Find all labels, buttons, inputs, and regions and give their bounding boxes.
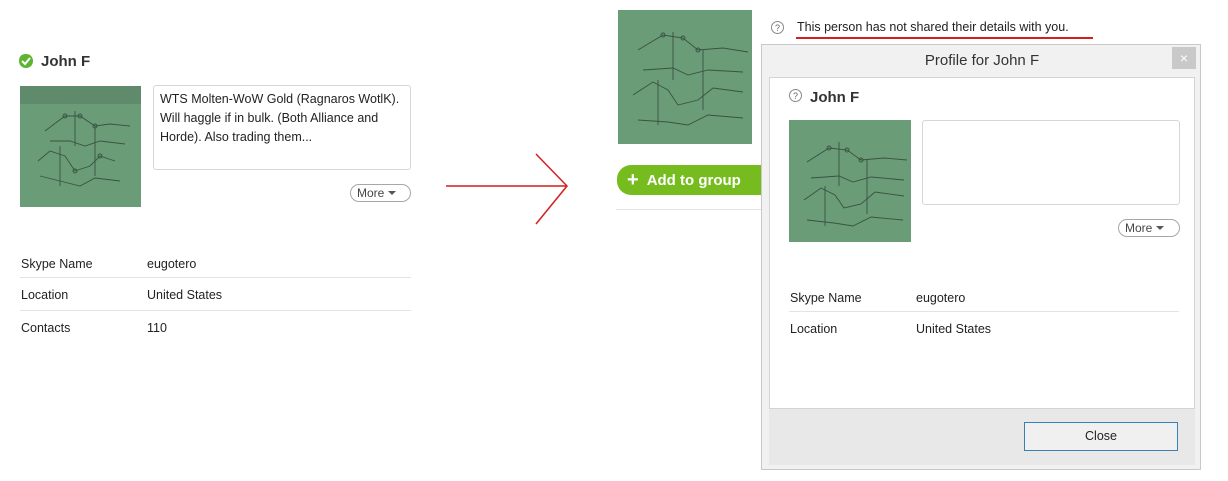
more-button[interactable]: More [350,184,411,202]
dialog-field-value-skype-name: eugotero [916,291,966,305]
contact-avatar[interactable] [20,86,141,207]
dialog-field-value-location: United States [916,322,992,336]
left-profile-panel: John F WTS Molten-WoW Gold (Ragnaros Wot… [0,0,430,481]
dialog-more-button[interactable]: More [1118,219,1180,237]
field-value-skype-name: eugotero [147,257,197,271]
dialog-body: ? John F More Skype Name eugotero Locati… [769,77,1195,409]
background-avatar [618,10,752,144]
divider [789,311,1179,312]
field-label-skype-name: Skype Name [21,257,93,271]
divider [20,277,411,278]
more-label: More [357,186,385,200]
divider [616,209,766,210]
dialog-contact-avatar[interactable] [789,120,911,242]
plus-icon: + [627,169,639,191]
field-label-location: Location [21,288,69,302]
dialog-field-label-skype-name: Skype Name [790,291,862,305]
question-circle-icon: ? [789,89,802,102]
contact-name: John F [41,53,91,70]
field-value-location: United States [147,288,223,302]
dialog-contact-name: John F [810,89,860,106]
annotation-underline [796,37,1093,39]
dialog-title: Profile for John F [924,52,1040,69]
profile-dialog: Profile for John F × ? John F More Skype… [761,44,1201,470]
add-to-group-label: Add to group [646,171,741,189]
dialog-field-label-location: Location [790,322,838,336]
dialog-mood-message [922,120,1180,205]
close-icon[interactable]: × [1172,47,1196,69]
more-label: More [1125,221,1153,235]
privacy-notice: This person has not shared their details… [797,20,1069,34]
right-arrow-annotation [446,153,569,225]
chevron-down-icon [388,191,397,195]
field-value-contacts: 110 [147,321,167,335]
mood-message: WTS Molten-WoW Gold (Ragnaros WotlK). Wi… [153,85,411,170]
field-label-contacts: Contacts [21,321,71,335]
add-to-group-button[interactable]: + Add to group [617,165,777,195]
close-button[interactable]: Close [1024,422,1178,451]
online-status-icon [19,54,33,68]
question-circle-icon: ? [771,21,784,34]
chevron-down-icon [1156,226,1165,230]
divider [20,310,411,311]
